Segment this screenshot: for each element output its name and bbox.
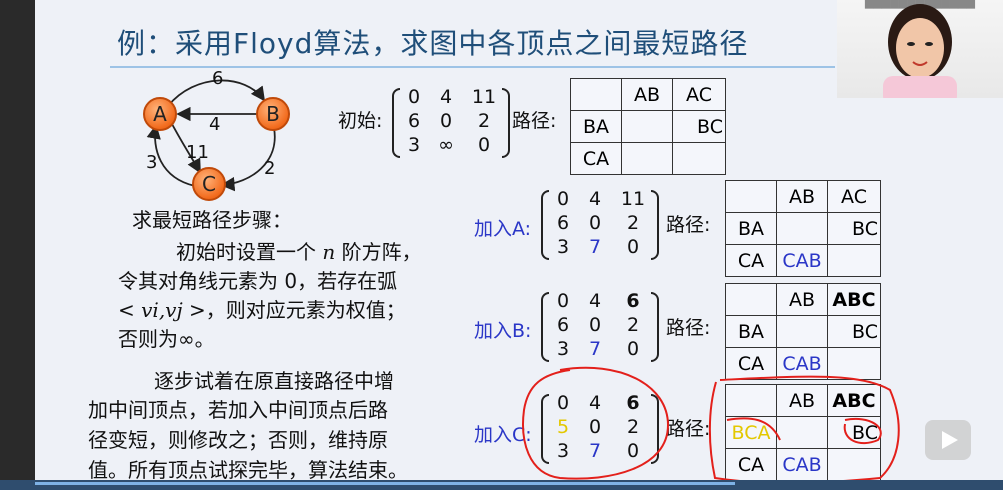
presenter-figure [883, 4, 957, 98]
annotation-bracket-table [708, 375, 900, 484]
webcam-overlay: █████████████ [837, 0, 1003, 98]
annotation-circle-matrix [522, 366, 670, 480]
annotation-underline-bca [726, 417, 781, 441]
annotation-circle-bc [843, 417, 882, 445]
play-icon [942, 431, 958, 449]
video-progress-bar[interactable] [35, 482, 735, 485]
slide: 例：采用Floyd算法，求图中各顶点之间最短路径 6 4 11 3 2 A B … [0, 0, 1003, 490]
play-button[interactable] [925, 420, 971, 460]
